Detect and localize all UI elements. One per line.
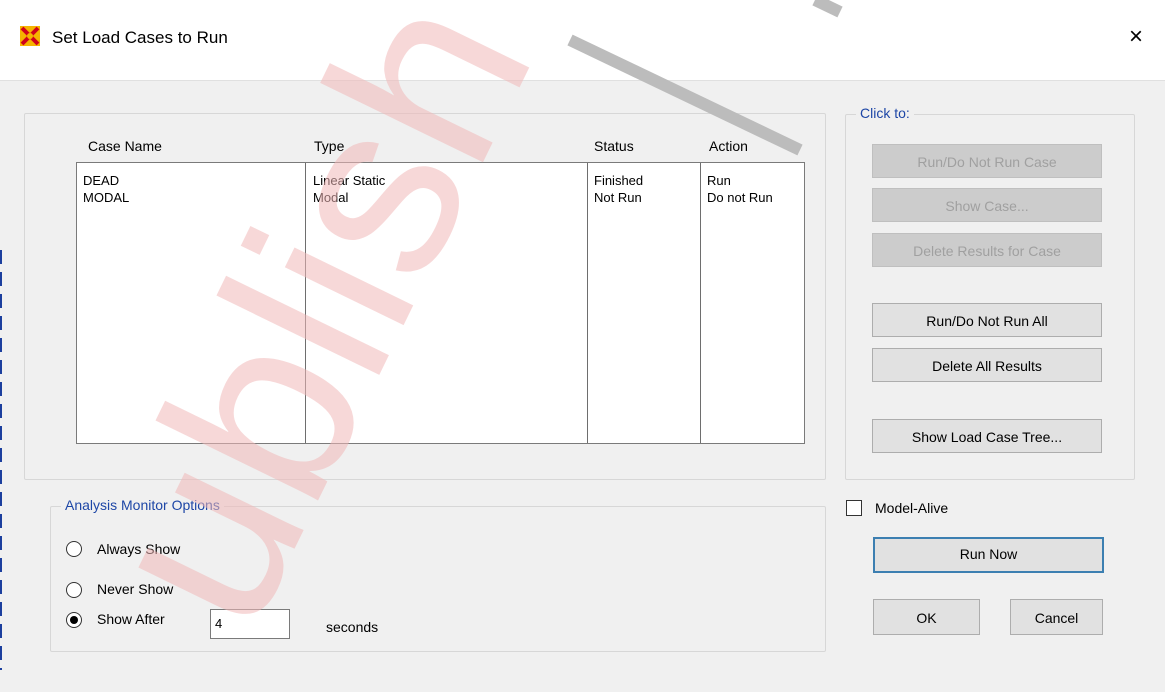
window-title: Set Load Cases to Run <box>52 28 228 47</box>
cell-case-name: MODAL <box>83 190 130 205</box>
header-case-name[interactable]: Case Name <box>88 138 162 154</box>
seconds-input[interactable]: 4 <box>210 609 290 639</box>
dialog-body: Case Name Type Status Action DEAD Linear… <box>0 80 1165 692</box>
show-after-label: Show After <box>97 611 165 627</box>
cell-action: Run <box>707 173 731 188</box>
model-alive-label: Model-Alive <box>875 500 949 516</box>
header-status[interactable]: Status <box>594 138 634 154</box>
run-do-not-run-all-button[interactable]: Run/Do Not Run All <box>872 303 1102 337</box>
run-do-not-run-case-button[interactable]: Run/Do Not Run Case <box>872 144 1102 178</box>
always-show-label: Always Show <box>97 541 181 557</box>
cancel-button[interactable]: Cancel <box>1010 599 1103 635</box>
ok-button[interactable]: OK <box>873 599 980 635</box>
set-load-cases-dialog: Set Load Cases to Run × Case Name Type S… <box>0 0 1165 692</box>
cell-status: Finished <box>594 173 644 188</box>
delete-all-results-button[interactable]: Delete All Results <box>872 348 1102 382</box>
close-button[interactable]: × <box>1121 22 1151 52</box>
left-edge-marker <box>0 250 2 670</box>
analysis-monitor-group: Analysis Monitor Options <box>50 497 826 652</box>
column-divider <box>305 163 306 443</box>
load-cases-list[interactable]: DEAD Linear Static Finished Run MODAL Mo… <box>76 162 805 444</box>
title-bar: Set Load Cases to Run × <box>0 0 1165 80</box>
show-after-radio[interactable] <box>66 612 82 628</box>
header-action[interactable]: Action <box>709 138 748 154</box>
column-divider <box>700 163 701 443</box>
show-case-button[interactable]: Show Case... <box>872 188 1102 222</box>
always-show-radio[interactable] <box>66 541 82 557</box>
header-type[interactable]: Type <box>314 138 344 154</box>
sap-x-icon <box>20 26 40 46</box>
column-divider <box>587 163 588 443</box>
model-alive-checkbox[interactable] <box>846 500 862 516</box>
never-show-label: Never Show <box>97 581 174 597</box>
seconds-label: seconds <box>326 619 379 635</box>
cell-type: Modal <box>313 190 349 205</box>
cell-type: Linear Static <box>313 173 386 188</box>
cell-action: Do not Run <box>707 190 773 205</box>
never-show-radio[interactable] <box>66 582 82 598</box>
cell-case-name: DEAD <box>83 173 120 188</box>
cell-status: Not Run <box>594 190 642 205</box>
analysis-monitor-title: Analysis Monitor Options <box>61 497 224 513</box>
show-load-case-tree-button[interactable]: Show Load Case Tree... <box>872 419 1102 453</box>
click-to-title: Click to: <box>856 105 914 121</box>
delete-results-for-case-button[interactable]: Delete Results for Case <box>872 233 1102 267</box>
run-now-button[interactable]: Run Now <box>873 537 1104 573</box>
